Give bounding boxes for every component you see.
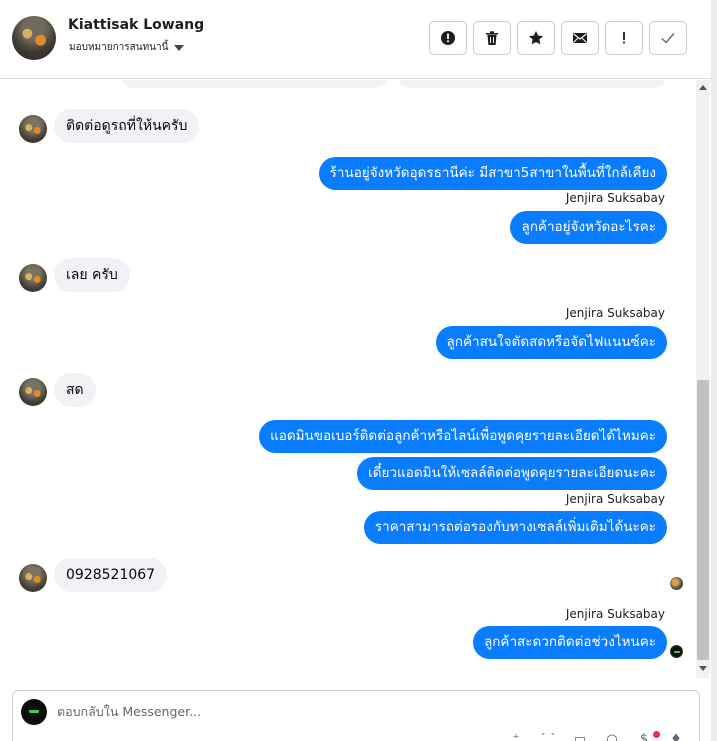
read-receipt-avatar	[670, 577, 683, 590]
sender-name: Jenjira Suksabay	[565, 191, 665, 205]
seen-receipt-avatar	[670, 645, 683, 658]
outgoing-message: ลูกค้าสะดวกติดต่อช่วงไหนคะ	[472, 626, 667, 659]
follow-up-button[interactable]	[605, 21, 643, 55]
spam-button[interactable]	[429, 21, 467, 55]
saved-reply-icon[interactable]: ▭	[571, 733, 589, 741]
caret-down-icon	[174, 44, 185, 51]
reply-composer: ⁺ ⌒ ▭ ○ $ ♦	[12, 690, 700, 741]
star-icon	[529, 31, 543, 45]
attachment-icon[interactable]: ⌒	[539, 733, 557, 741]
sender-name: Jenjira Suksabay	[565, 492, 665, 506]
exclamation-icon	[623, 32, 625, 44]
outgoing-message: ร้านอยู่จังหวัดอุดรธานีค่ะ มีสาขา5สาขาใน…	[318, 157, 667, 190]
mark-unread-button[interactable]	[561, 21, 599, 55]
alert-circle-icon	[441, 31, 455, 45]
sender-name: Jenjira Suksabay	[565, 306, 665, 320]
emoji-icon[interactable]: ○	[603, 733, 621, 741]
contact-avatar-small	[19, 264, 47, 292]
assign-label: มอบหมายการสนทนานี้	[69, 42, 169, 53]
incoming-message: ติดต่อดูรถที่ให้นครับ	[54, 109, 200, 143]
add-people-icon[interactable]: ⁺	[507, 733, 525, 741]
outgoing-message: ลูกค้าสนใจตัดสดหรือจัดไฟแนนซ์คะ	[435, 326, 667, 359]
message-thread: ติดต่อดูรถที่ให้นครับ ร้านอยู่จังหวัดอุด…	[0, 80, 711, 680]
reply-input[interactable]	[57, 704, 557, 719]
sender-name: Jenjira Suksabay	[565, 607, 665, 621]
previous-message-bubble	[120, 80, 388, 88]
contact-avatar-small	[19, 115, 47, 143]
previous-message-bubble	[397, 80, 667, 88]
contact-avatar-small	[19, 564, 47, 592]
outgoing-message: ลูกค้าอยู่จังหวัดอะไรคะ	[510, 211, 667, 244]
payment-icon[interactable]: $	[635, 733, 653, 741]
assign-conversation-dropdown[interactable]: มอบหมายการสนทนานี้	[69, 40, 185, 55]
incoming-message: เลย ครับ	[54, 258, 130, 292]
page-avatar	[21, 699, 47, 725]
envelope-icon	[573, 33, 587, 43]
thread-scrollbar[interactable]	[696, 80, 710, 678]
window-edge	[711, 0, 717, 741]
outgoing-message: ราคาสามารถต่อรองกับทางเซลล์เพิ่มเติมได้น…	[363, 511, 667, 544]
notification-dot	[653, 731, 660, 738]
star-button[interactable]	[517, 21, 555, 55]
conversation-header: Kiattisak Lowang มอบหมายการสนทนานี้	[0, 0, 711, 79]
contact-avatar-small	[19, 378, 47, 406]
header-actions	[429, 21, 687, 55]
scroll-up-arrow-icon[interactable]	[699, 85, 707, 90]
outgoing-message: แอดมินขอเบอร์ติดต่อลูกค้าหรือไลน์เพื่อพู…	[259, 420, 667, 453]
outgoing-message: เดี๋ยวแอดมินให้เซลล์ติดต่อพูดคุยรายละเอี…	[357, 457, 667, 490]
like-icon[interactable]: ♦	[667, 733, 685, 741]
done-button[interactable]	[649, 21, 687, 55]
delete-button[interactable]	[473, 21, 511, 55]
incoming-message: 0928521067	[54, 558, 168, 592]
incoming-message: สด	[54, 373, 96, 407]
contact-name[interactable]: Kiattisak Lowang	[68, 17, 204, 33]
check-icon	[661, 33, 675, 44]
scroll-down-arrow-icon[interactable]	[699, 666, 707, 671]
inbox-conversation: Kiattisak Lowang มอบหมายการสนทนานี้ ติดต…	[0, 0, 717, 741]
contact-avatar[interactable]	[12, 16, 56, 60]
trash-icon	[486, 31, 498, 45]
scrollbar-thumb[interactable]	[697, 380, 709, 660]
